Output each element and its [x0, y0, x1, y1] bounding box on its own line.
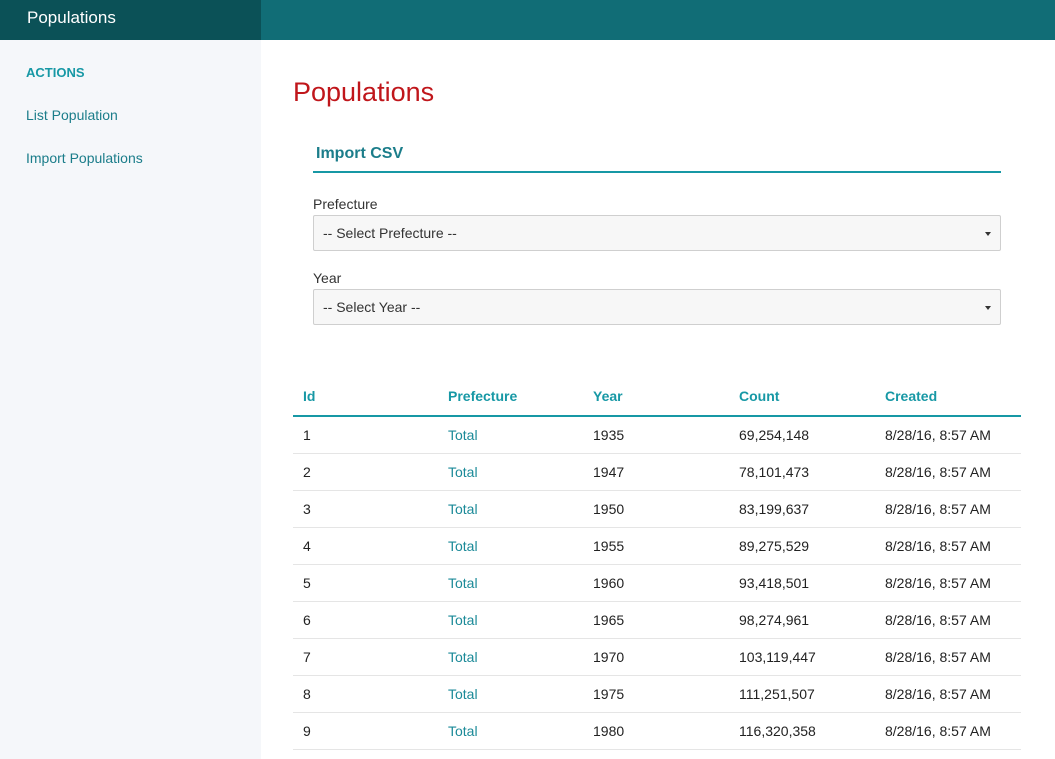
- form-legend: Import CSV: [313, 145, 1001, 173]
- cell-prefecture-link[interactable]: Total: [438, 416, 583, 454]
- cell-year: 1965: [583, 601, 729, 639]
- column-header-id[interactable]: Id: [293, 377, 438, 417]
- cell-id: 9: [293, 712, 438, 750]
- caret-down-icon: [985, 306, 991, 310]
- cell-year: 1960: [583, 564, 729, 602]
- column-header-count[interactable]: Count: [729, 377, 875, 417]
- year-select-value: -- Select Year --: [323, 299, 421, 315]
- prefecture-select[interactable]: -- Select Prefecture --: [313, 215, 1001, 251]
- cell-prefecture-link[interactable]: Total: [438, 712, 583, 750]
- cell-id: 2: [293, 453, 438, 491]
- cell-id: 5: [293, 564, 438, 602]
- cell-created: 8/28/16, 8:57 AM: [875, 564, 1021, 602]
- table-row: 1 Total 1935 69,254,148 8/28/16, 8:57 AM: [293, 416, 1021, 454]
- cell-year: 1980: [583, 712, 729, 750]
- populations-table: Id Prefecture Year Count Created 1 Total…: [293, 377, 1021, 750]
- column-header-year[interactable]: Year: [583, 377, 729, 417]
- page-title: Populations: [293, 77, 435, 107]
- cell-prefecture-link[interactable]: Total: [438, 638, 583, 676]
- cell-created: 8/28/16, 8:57 AM: [875, 416, 1021, 454]
- cell-prefecture-link[interactable]: Total: [438, 601, 583, 639]
- table-header-row: Id Prefecture Year Count Created: [293, 377, 1021, 417]
- app-brand[interactable]: Populations: [0, 0, 261, 40]
- table-row: 6 Total 1965 98,274,961 8/28/16, 8:57 AM: [293, 601, 1021, 639]
- cell-created: 8/28/16, 8:57 AM: [875, 675, 1021, 713]
- cell-created: 8/28/16, 8:57 AM: [875, 638, 1021, 676]
- cell-count: 93,418,501: [729, 564, 875, 602]
- cell-created: 8/28/16, 8:57 AM: [875, 453, 1021, 491]
- sidebar: ACTIONS List Population Import Populatio…: [0, 40, 261, 759]
- prefecture-label: Prefecture: [313, 196, 378, 212]
- cell-year: 1935: [583, 416, 729, 454]
- cell-created: 8/28/16, 8:57 AM: [875, 601, 1021, 639]
- caret-down-icon: [985, 232, 991, 236]
- cell-count: 69,254,148: [729, 416, 875, 454]
- sidebar-item-import-populations[interactable]: Import Populations: [26, 150, 143, 166]
- cell-created: 8/28/16, 8:57 AM: [875, 527, 1021, 565]
- cell-id: 7: [293, 638, 438, 676]
- table-row: 7 Total 1970 103,119,447 8/28/16, 8:57 A…: [293, 638, 1021, 676]
- table-row: 8 Total 1975 111,251,507 8/28/16, 8:57 A…: [293, 675, 1021, 713]
- cell-prefecture-link[interactable]: Total: [438, 490, 583, 528]
- year-label: Year: [313, 270, 342, 286]
- cell-id: 1: [293, 416, 438, 454]
- table-row: 4 Total 1955 89,275,529 8/28/16, 8:57 AM: [293, 527, 1021, 565]
- cell-prefecture-link[interactable]: Total: [438, 527, 583, 565]
- cell-year: 1975: [583, 675, 729, 713]
- cell-created: 8/28/16, 8:57 AM: [875, 490, 1021, 528]
- prefecture-select-value: -- Select Prefecture --: [323, 225, 457, 241]
- sidebar-item-list-population[interactable]: List Population: [26, 107, 118, 123]
- table-row: 3 Total 1950 83,199,637 8/28/16, 8:57 AM: [293, 490, 1021, 528]
- cell-year: 1947: [583, 453, 729, 491]
- column-header-created[interactable]: Created: [875, 377, 1021, 417]
- cell-created: 8/28/16, 8:57 AM: [875, 712, 1021, 750]
- table-row: 2 Total 1947 78,101,473 8/28/16, 8:57 AM: [293, 453, 1021, 491]
- year-select[interactable]: -- Select Year --: [313, 289, 1001, 325]
- cell-count: 83,199,637: [729, 490, 875, 528]
- cell-prefecture-link[interactable]: Total: [438, 453, 583, 491]
- import-csv-form: Import CSV Prefecture -- Select Prefectu…: [313, 145, 1001, 325]
- cell-prefecture-link[interactable]: Total: [438, 675, 583, 713]
- column-header-prefecture[interactable]: Prefecture: [438, 377, 583, 417]
- cell-count: 78,101,473: [729, 453, 875, 491]
- cell-id: 6: [293, 601, 438, 639]
- cell-count: 111,251,507: [729, 675, 875, 713]
- cell-id: 4: [293, 527, 438, 565]
- table-row: 5 Total 1960 93,418,501 8/28/16, 8:57 AM: [293, 564, 1021, 602]
- sidebar-heading: ACTIONS: [26, 65, 85, 80]
- cell-count: 103,119,447: [729, 638, 875, 676]
- table-row: 9 Total 1980 116,320,358 8/28/16, 8:57 A…: [293, 712, 1021, 750]
- cell-prefecture-link[interactable]: Total: [438, 564, 583, 602]
- cell-year: 1970: [583, 638, 729, 676]
- cell-id: 8: [293, 675, 438, 713]
- cell-count: 89,275,529: [729, 527, 875, 565]
- cell-id: 3: [293, 490, 438, 528]
- cell-year: 1955: [583, 527, 729, 565]
- cell-year: 1950: [583, 490, 729, 528]
- top-navbar: Populations: [0, 0, 1055, 40]
- cell-count: 98,274,961: [729, 601, 875, 639]
- cell-count: 116,320,358: [729, 712, 875, 750]
